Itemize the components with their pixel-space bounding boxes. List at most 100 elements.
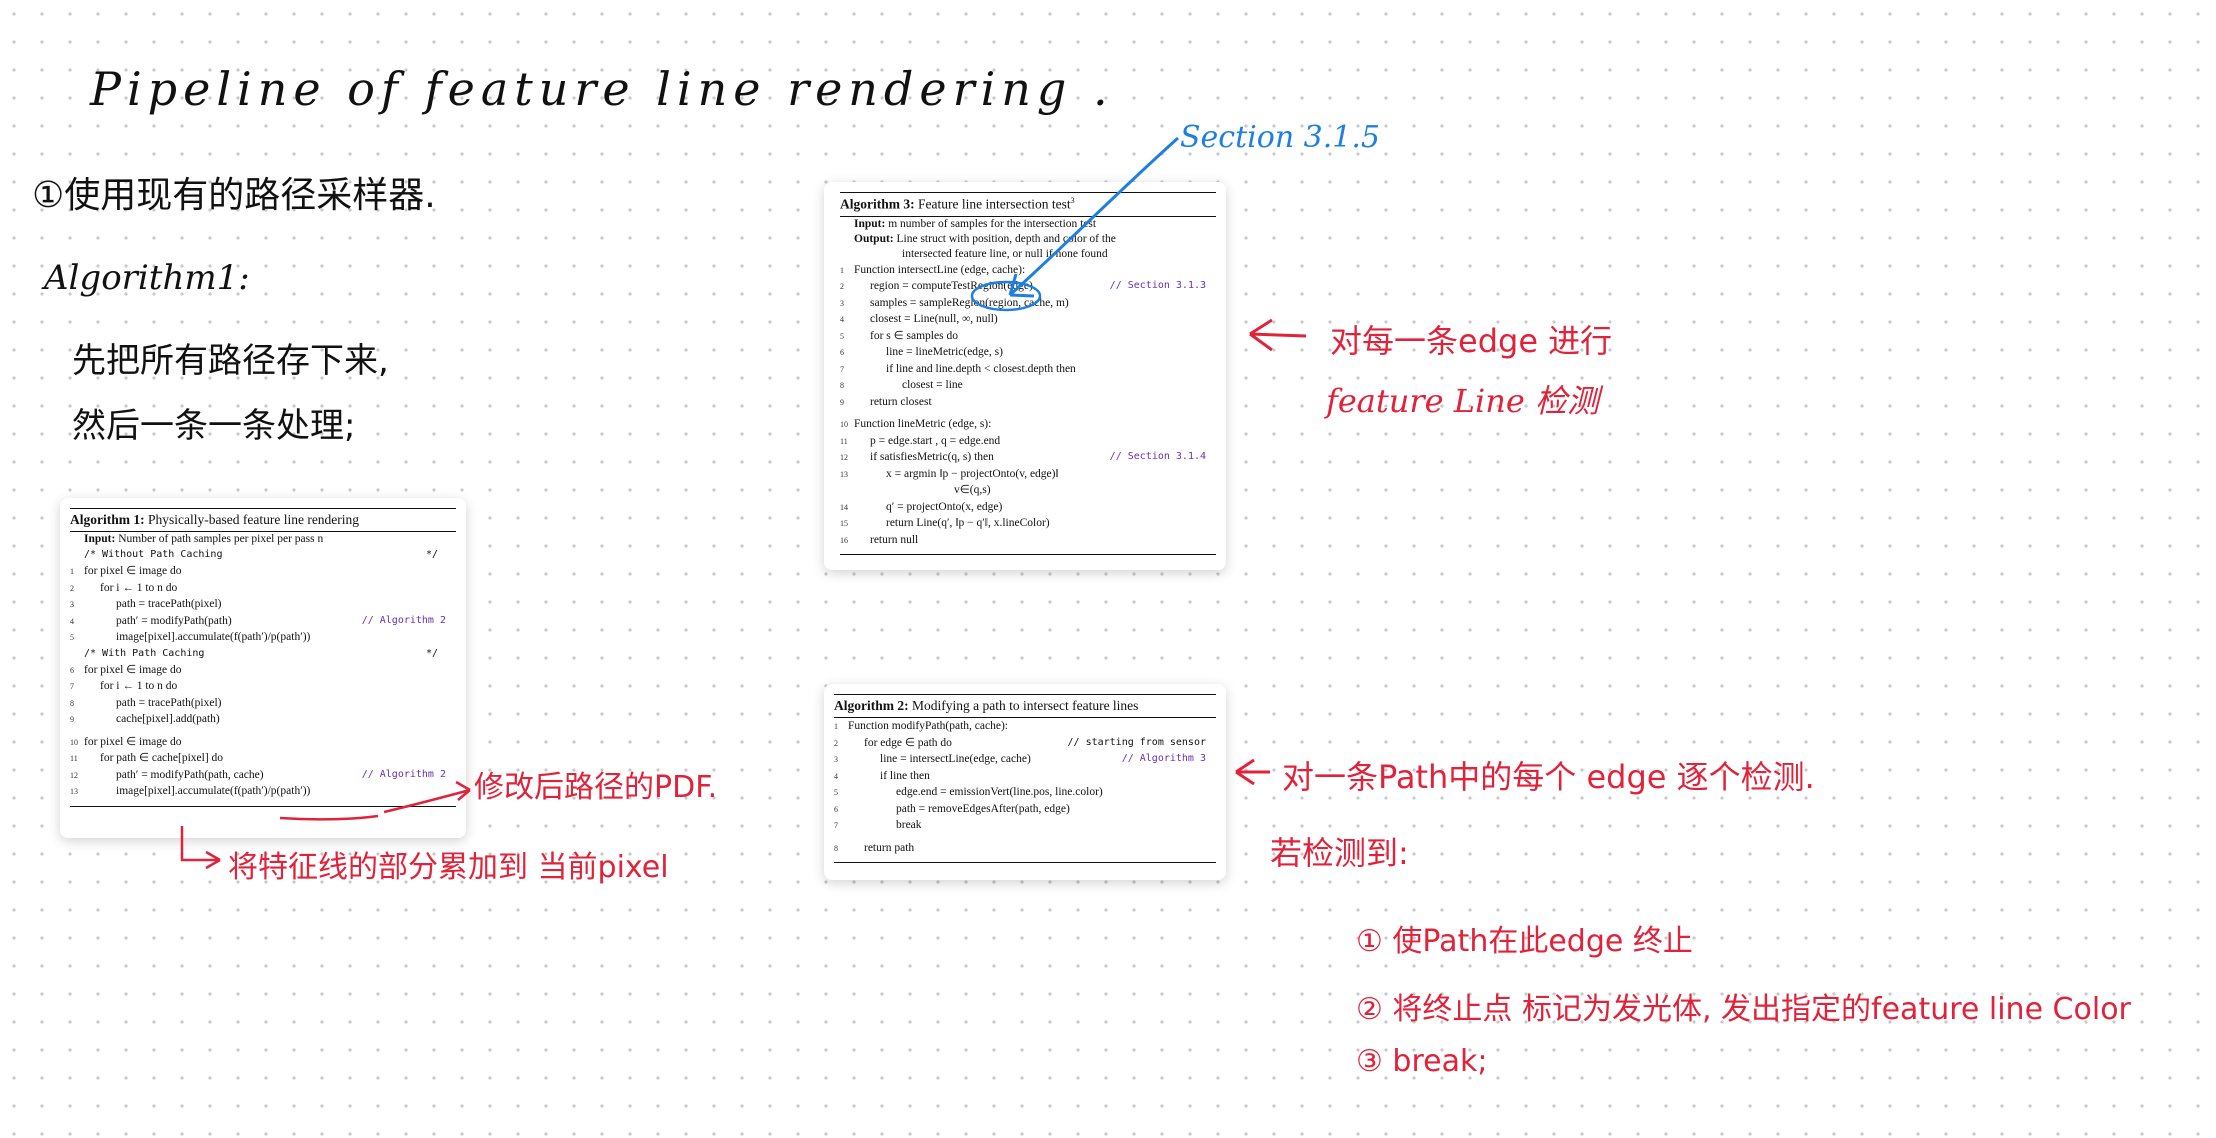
line-number: 5 [840, 331, 844, 341]
line-number: 7 [834, 821, 838, 830]
code-text: path′ = modifyPath(path) [116, 614, 232, 627]
code-text: closest = line [902, 379, 963, 391]
note-store-paths: 先把所有路径存下来, [72, 341, 389, 381]
code-comment: // Algorithm 2 [361, 614, 446, 626]
code-text: path = tracePath(pixel) [116, 696, 222, 709]
code-text: for pixel ∈ image do [84, 565, 182, 577]
line-number: 4 [70, 616, 74, 626]
note-modified-pdf: 修改后路径的PDF. [474, 770, 718, 805]
line-number: 1 [834, 722, 838, 731]
line-number: 9 [840, 397, 844, 407]
code-line: 6 for pixel ∈ image do [70, 662, 456, 679]
line-number: 5 [834, 788, 838, 797]
code-text: for s ∈ samples do [870, 329, 958, 342]
line-number: 10 [70, 737, 78, 747]
code-line: 3 samples = sampleRegion(region, cache, m… [840, 295, 1216, 312]
algorithm2-card: Algorithm 2: Modifying a path to interse… [824, 684, 1226, 880]
line-number: 10 [840, 420, 848, 429]
code-line: 10 for pixel ∈ image do [70, 734, 456, 751]
code-line: 1 for pixel ∈ image do [70, 563, 456, 580]
code-line: 3 path = tracePath(pixel) [70, 596, 456, 613]
line-number: 15 [840, 519, 848, 528]
code-line: 16 return null [840, 532, 1216, 549]
code-text: path′ = modifyPath(path, cache) [116, 768, 264, 781]
note-step-3: ③ break; [1356, 1044, 1488, 1079]
line-number: 1 [840, 265, 844, 275]
code-text: p = edge.start , q = edge.end [870, 434, 1001, 447]
code-text: Function lineMetric (edge, s): [854, 418, 992, 430]
code-text: if satisfiesMetric(q, s) then [870, 451, 994, 463]
line-number: 7 [840, 364, 844, 374]
code-line: 8 return path [834, 840, 1216, 857]
note-process-each: 然后一条一条处理; [72, 406, 356, 446]
code-line: 7 if line and line.depth < closest.depth … [840, 361, 1216, 378]
line-number: 13 [70, 787, 78, 796]
code-line: 2 for edge ∈ path do // starting from sens… [834, 735, 1216, 752]
line-number: 3 [70, 600, 74, 609]
line-number: 11 [70, 754, 78, 763]
code-line: 10 Function lineMetric (edge, s): [840, 416, 1216, 433]
code-line: 7 for i ← 1 to n do [70, 678, 456, 695]
red-arrow-path-note [1235, 758, 1270, 786]
code-text: Function modifyPath(path, cache): [848, 720, 1009, 732]
code-line: 5 edge.end = emissionVert(line.pos, line.… [834, 784, 1216, 801]
code-text: path = tracePath(pixel) [116, 598, 222, 610]
line-number: 5 [70, 633, 74, 642]
note-path-edges: 对一条Path中的每个 edge 逐个检测. [1282, 758, 1815, 796]
line-number: 2 [834, 738, 838, 748]
line-number: 12 [70, 770, 78, 780]
code-comment: // Algorithm 2 [361, 768, 446, 780]
code-line: 8 closest = line [840, 377, 1216, 394]
line-number: 3 [834, 755, 838, 764]
code-text: for i ← 1 to n do [100, 581, 178, 594]
code-comment: // Algorithm 3 [1121, 753, 1206, 764]
code-line: 11 for path ∈ cache[pixel] do [70, 750, 456, 767]
line-number: 2 [70, 583, 74, 593]
section-annotation: Section 3.1.5 [1180, 120, 1381, 155]
code-text: break [896, 819, 922, 831]
code-line: 1 Function intersectLine (edge, cache): [840, 262, 1216, 279]
code-line: 13 image[pixel].accumulate(f(path′)/p(pat… [70, 783, 456, 800]
line-number: 4 [834, 771, 838, 781]
code-line: 6 path = removeEdgesAfter(path, edge) [834, 801, 1216, 818]
code-text: region = computeTestRegion(edge) [870, 280, 1033, 292]
code-line: 2 for i ← 1 to n do [70, 580, 456, 597]
line-number: 11 [840, 436, 848, 446]
code-line: 4 closest = Line(null, ∞, null) [840, 311, 1216, 328]
code-text: edge.end = emissionVert(line.pos, line.c… [896, 786, 1103, 798]
algorithm1-card: Algorithm 1: Physically-based feature li… [60, 498, 466, 838]
code-comment: // Section 3.1.4 [1109, 451, 1206, 462]
line-number: 16 [840, 535, 848, 545]
code-text: if line and line.depth < closest.depth t… [886, 362, 1076, 375]
code-text: q′ = projectOnto(x, edge) [886, 500, 1003, 513]
code-text: for edge ∈ path do [864, 736, 952, 749]
code-line: 5 for s ∈ samples do [840, 328, 1216, 345]
code-comment: // starting from sensor [1067, 736, 1206, 748]
code-text: if line then [880, 769, 930, 782]
code-text: return Line(q′, ‖p − q′‖, x.lineColor) [886, 517, 1050, 529]
code-line: 7 break [834, 817, 1216, 834]
code-text: return path [864, 841, 915, 854]
line-number: 2 [840, 282, 844, 291]
code-line: 14 q′ = projectOnto(x, edge) [840, 499, 1216, 516]
algorithm2-heading: Algorithm 2: Modifying a path to interse… [834, 694, 1216, 718]
code-line: 13 x = argmin ‖p − projectOnto(v, edge)‖ [840, 466, 1216, 483]
code-text: for pixel ∈ image do [84, 735, 182, 748]
page-title: Pipeline of feature line rendering . [90, 62, 1114, 116]
line-number: 9 [70, 715, 74, 724]
algorithm1-heading: Algorithm 1: Physically-based feature li… [70, 508, 456, 532]
code-text: v∈(q,s) [954, 484, 991, 496]
code-line: 5 image[pixel].accumulate(f(path′)/p(path… [70, 629, 456, 646]
algorithm3-lines-b: 10 Function lineMetric (edge, s): 11 p = ed… [840, 416, 1216, 548]
code-line: 9 return closest [840, 394, 1216, 411]
code-text: cache[pixel].add(path) [116, 713, 220, 725]
note-accumulate: 将特征线的部分累加到 当前pixel [228, 850, 669, 885]
note-use-sampler: ①使用现有的路径采样器. [32, 175, 436, 216]
code-line: 2 region = computeTestRegion(edge) // Sect… [840, 278, 1216, 295]
code-line: 1 Function modifyPath(path, cache): [834, 718, 1216, 735]
algorithm2-lines-a: 1 Function modifyPath(path, cache): 2 for e… [834, 718, 1216, 834]
line-number: 4 [840, 315, 844, 324]
code-text: x = argmin ‖p − projectOnto(v, edge)‖ [886, 467, 1059, 480]
code-line: 9 cache[pixel].add(path) [70, 711, 456, 728]
note-step-1: ① 使Path在此edge 终止 [1356, 924, 1693, 959]
